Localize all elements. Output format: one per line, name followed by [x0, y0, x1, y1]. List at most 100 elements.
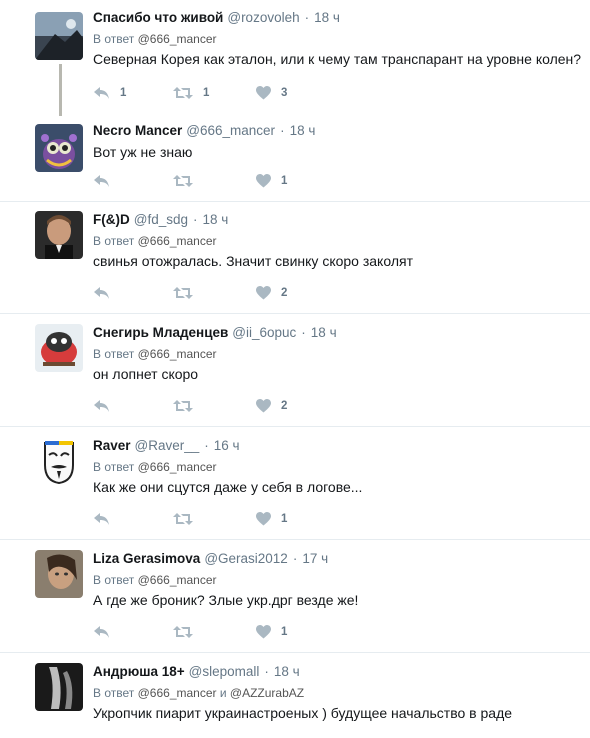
tweet-actions: 2	[93, 283, 333, 303]
heart-icon	[256, 174, 271, 188]
username[interactable]: @rozovoleh	[227, 10, 299, 25]
like-button[interactable]: 2	[256, 396, 287, 416]
retweet-button[interactable]	[173, 171, 193, 191]
avatar[interactable]	[35, 12, 83, 60]
username[interactable]: @Gerasi2012	[204, 551, 288, 566]
timestamp[interactable]: 18 ч	[203, 212, 229, 227]
tweet[interactable]: Necro Mancer @666_mancer · 18 ч Вот уж не з…	[0, 115, 590, 202]
reply-button[interactable]	[93, 283, 110, 303]
avatar[interactable]	[35, 124, 83, 172]
like-count: 1	[281, 626, 288, 638]
tweet-actions: 1 1 3	[93, 83, 333, 103]
tweet[interactable]: Снегирь Младенцев @ii_6opuc · 18 ч В ответ …	[0, 314, 590, 427]
separator-dot: ·	[193, 212, 198, 227]
tweet[interactable]: F(&)D @fd_sdg · 18 ч В ответ @666_mancer св…	[0, 201, 590, 314]
display-name[interactable]: F(&)D	[93, 212, 130, 227]
retweet-button[interactable]: 1	[173, 83, 209, 103]
reply-context: В ответ @666_mancer	[93, 233, 590, 249]
reply-to-user[interactable]: @666_mancer	[138, 347, 217, 361]
heart-icon	[256, 86, 271, 100]
reply-prefix: В ответ	[93, 347, 135, 361]
username[interactable]: @666_mancer	[186, 123, 275, 138]
retweet-icon	[173, 626, 193, 638]
tweet[interactable]: Андрюша 18+ @slepomall · 18 ч В ответ @666_…	[0, 653, 590, 738]
heart-icon	[256, 399, 271, 413]
like-count: 2	[281, 400, 288, 412]
username[interactable]: @ii_6opuc	[232, 325, 296, 340]
retweet-icon	[173, 175, 193, 187]
reply-icon	[94, 87, 109, 99]
avatar[interactable]	[35, 437, 83, 485]
tweet-actions: 2	[93, 396, 333, 416]
retweet-icon	[173, 287, 193, 299]
like-button[interactable]: 1	[256, 622, 287, 642]
reply-prefix: В ответ	[93, 32, 135, 46]
avatar[interactable]	[35, 663, 83, 711]
like-button[interactable]: 3	[256, 83, 287, 103]
reply-count: 1	[120, 87, 127, 99]
timestamp[interactable]: 18 ч	[290, 123, 316, 138]
retweet-button[interactable]	[173, 622, 193, 642]
display-name[interactable]: Андрюша 18+	[93, 664, 185, 679]
reply-icon	[94, 513, 109, 525]
display-name[interactable]: Снегирь Младенцев	[93, 325, 228, 340]
username[interactable]: @fd_sdg	[134, 212, 188, 227]
avatar[interactable]	[35, 550, 83, 598]
username[interactable]: @slepomall	[189, 664, 260, 679]
username[interactable]: @Raver__	[135, 438, 200, 453]
timestamp[interactable]: 18 ч	[311, 325, 337, 340]
tweet-text: Северная Корея как эталон, или к чему та…	[93, 51, 582, 67]
timestamp[interactable]: 18 ч	[314, 10, 340, 25]
like-count: 2	[281, 287, 288, 299]
tweet-actions: 1	[93, 622, 333, 642]
reply-button[interactable]	[93, 509, 110, 529]
retweet-icon	[173, 87, 193, 99]
reply-to-user[interactable]: @666_mancer	[138, 573, 217, 587]
timestamp[interactable]: 18 ч	[274, 664, 300, 679]
reply-context: В ответ @666_mancer и @AZZurabAZ	[93, 685, 590, 701]
retweet-button[interactable]	[173, 283, 193, 303]
like-button[interactable]: 1	[256, 171, 287, 191]
timestamp[interactable]: 17 ч	[302, 551, 328, 566]
heart-icon	[256, 625, 271, 639]
reply-to-user[interactable]: @666_mancer	[138, 32, 217, 46]
reply-to-user[interactable]: @666_mancer	[138, 460, 217, 474]
tweet[interactable]: Raver @Raver__ · 16 ч В ответ @666_mancer К…	[0, 427, 590, 540]
reply-prefix: В ответ	[93, 460, 135, 474]
reply-context: В ответ @666_mancer	[93, 572, 590, 588]
tweet-text: Укропчик пиарит украинастроеных ) будуще…	[93, 705, 513, 721]
display-name[interactable]: Спасибо что живой	[93, 10, 223, 25]
tweet[interactable]: Liza Gerasimova @Gerasi2012 · 17 ч В ответ …	[0, 540, 590, 653]
reply-icon	[94, 175, 109, 187]
timestamp[interactable]: 16 ч	[214, 438, 240, 453]
reply-button[interactable]	[93, 396, 110, 416]
display-name[interactable]: Liza Gerasimova	[93, 551, 200, 566]
avatar[interactable]	[35, 324, 83, 372]
reply-button[interactable]	[93, 171, 110, 191]
reply-icon	[94, 400, 109, 412]
reply-button[interactable]: 1	[93, 83, 126, 103]
reply-to-user[interactable]: @666_mancer	[138, 686, 217, 700]
retweet-button[interactable]	[173, 396, 193, 416]
reply-context: В ответ @666_mancer	[93, 31, 590, 47]
reply-prefix: В ответ	[93, 234, 135, 248]
display-name[interactable]: Necro Mancer	[93, 123, 182, 138]
reply-context: В ответ @666_mancer	[93, 459, 590, 475]
separator-dot: ·	[301, 325, 306, 340]
reply-button[interactable]	[93, 622, 110, 642]
reply-to-user[interactable]: @AZZurabAZ	[230, 686, 304, 700]
retweet-button[interactable]	[173, 509, 193, 529]
reply-prefix: В ответ	[93, 686, 135, 700]
tweet-actions: 1	[93, 171, 333, 191]
display-name[interactable]: Raver	[93, 438, 131, 453]
heart-icon	[256, 286, 271, 300]
like-button[interactable]: 2	[256, 283, 287, 303]
tweet[interactable]: Спасибо что живой @rozovoleh · 18 ч В ответ…	[0, 0, 590, 115]
avatar[interactable]	[35, 211, 83, 259]
tweet-text: А где же броник? Злые укр.дрг везде же!	[93, 592, 359, 608]
and-word: и	[219, 686, 227, 700]
tweet-text: он лопнет скоро	[93, 366, 199, 382]
like-button[interactable]: 1	[256, 509, 287, 529]
separator-dot: ·	[292, 551, 298, 566]
reply-to-user[interactable]: @666_mancer	[138, 234, 217, 248]
